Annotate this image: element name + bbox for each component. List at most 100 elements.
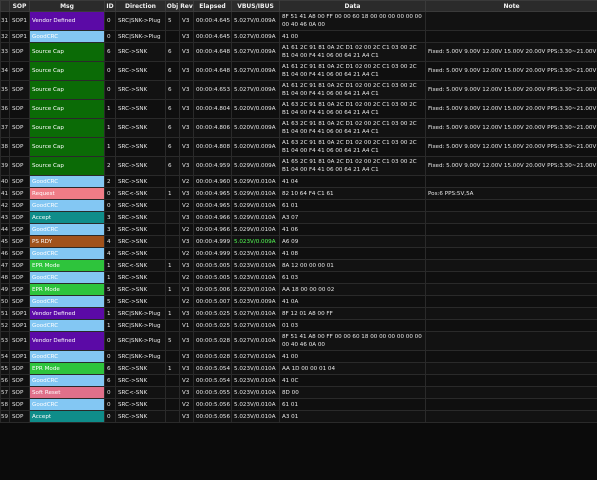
table-row[interactable]: 40 SOP GoodCRC 2 SRC->SNK V2 00:00:4.960 5.029V… [0,175,597,188]
table-row[interactable]: 46 SOP GoodCRC 4 SRC->SNK V2 00:00:4.999 5.023V… [0,247,597,260]
sop-cell: SOP [9,398,30,411]
id-cell: 2 [104,175,116,188]
table-row[interactable]: 32 SOP1 GoodCRC 0 SRC|SNK->Plug V3 00:00:4.645… [0,30,597,43]
vbus-ibus-cell: 5.023V/0.009A [231,295,280,308]
obj-cell [165,374,180,387]
rev-cell: V3 [179,211,194,224]
msg-cell: GoodCRC [29,30,105,43]
table-row[interactable]: 47 SOP EPR Mode 1 SRC<-SNK 1 V3 00:00:5.005 5.02… [0,259,597,272]
vbus-ibus-cell: 5.023V/0.010A [231,283,280,296]
direction-cell: SRC->SNK [115,247,166,260]
obj-cell [165,398,180,411]
table-row[interactable]: 34 SOP Source Cap 0 SRC->SNK 6 V3 00:00:4.648 5.… [0,61,597,81]
table-row[interactable]: 51 SOP1 Vendor Defined 1 SRC|SNK->Plug 1 V3 00:… [0,307,597,320]
elapsed-cell: 00:00:5.006 [193,283,232,296]
table-row[interactable]: 41 SOP Request 0 SRC<-SNK 1 V3 00:00:4.965 5.029… [0,187,597,200]
sop-cell: SOP [9,283,30,296]
vbus-ibus-cell: 5.029V/0.010A [231,187,280,200]
direction-cell: SRC|SNK->Plug [115,11,166,31]
header-data[interactable]: Data [279,0,426,12]
header-obj[interactable]: Obj [165,0,180,12]
table-row[interactable]: 36 SOP Source Cap 1 SRC->SNK 6 V3 00:00:4.804 5.… [0,99,597,119]
data-cell: 41 00 [279,30,426,43]
table-row[interactable]: 49 SOP EPR Mode 5 SRC->SNK 1 V3 00:00:5.006 5.02… [0,283,597,296]
note-cell [425,307,597,320]
direction-cell: SRC|SNK->Plug [115,331,166,351]
table-row[interactable]: 39 SOP Source Cap 2 SRC->SNK 6 V3 00:00:4.959 5.… [0,156,597,176]
direction-cell: SRC->SNK [115,42,166,62]
direction-cell: SRC->SNK [115,156,166,176]
data-cell: A1 61 2C 91 81 0A 2C D1 02 00 2C C1 03 0… [279,42,426,62]
sop-cell: SOP [9,175,30,188]
sop-cell: SOP [9,362,30,375]
id-cell: 3 [104,223,116,236]
sop-cell: SOP [9,410,30,423]
msg-cell: GoodCRC [29,175,105,188]
vbus-ibus-cell: 5.027V/0.010A [231,307,280,320]
id-cell: 4 [104,235,116,248]
data-cell: A3 01 [279,410,426,423]
data-cell: A1 63 2C 91 81 0A 2C D1 02 00 2C C1 03 0… [279,137,426,157]
obj-cell [165,350,180,363]
table-row[interactable]: 43 SOP Accept 3 SRC->SNK V3 00:00:4.966 5.029V/… [0,211,597,224]
table-row[interactable]: 54 SOP1 GoodCRC 0 SRC|SNK->Plug V3 00:00:5.028… [0,350,597,363]
direction-cell: SRC|SNK->Plug [115,350,166,363]
table-row[interactable]: 45 SOP PS RDY 4 SRC->SNK V3 00:00:4.999 5.023V/… [0,235,597,248]
msg-cell: Source Cap [29,80,105,100]
header-id[interactable]: ID [104,0,116,12]
rev-cell: V3 [179,61,194,81]
table-row[interactable]: 55 SOP EPR Mode 6 SRC->SNK 1 V3 00:00:5.054 5.02… [0,362,597,375]
table-row[interactable]: 53 SOP1 Vendor Defined 0 SRC|SNK->Plug 5 V3 00:… [0,331,597,351]
header-index[interactable] [0,0,10,12]
header-direction[interactable]: Direction [115,0,166,12]
note-cell [425,386,597,399]
elapsed-cell: 00:00:4.966 [193,223,232,236]
table-row[interactable]: 44 SOP GoodCRC 3 SRC->SNK V2 00:00:4.966 5.029V… [0,223,597,236]
table-row[interactable]: 52 SOP1 GoodCRC 1 SRC|SNK->Plug V1 00:00:5.025… [0,319,597,332]
rev-cell: V2 [179,247,194,260]
rev-cell: V3 [179,362,194,375]
rev-cell: V3 [179,99,194,119]
vbus-ibus-cell: 5.027V/0.010A [231,331,280,351]
direction-cell: SRC->SNK [115,80,166,100]
table-row[interactable]: 48 SOP GoodCRC 1 SRC->SNK V2 00:00:5.005 5.023V… [0,271,597,284]
id-cell: 1 [104,259,116,272]
header-msg[interactable]: Msg [29,0,105,12]
header-sop[interactable]: SOP [9,0,30,12]
vbus-ibus-cell: 5.023V/0.010A [231,247,280,260]
table-row[interactable]: 42 SOP GoodCRC 0 SRC->SNK V2 00:00:4.965 5.029V… [0,199,597,212]
note-cell: Fixed: 5.00V 9.00V 12.00V 15.00V 20.00V … [425,99,597,119]
row-index: 48 [0,271,10,284]
elapsed-cell: 00:00:4.806 [193,118,232,138]
id-cell: 1 [104,271,116,284]
vbus-ibus-cell: 5.023V/0.010A [231,398,280,411]
header-vbus-ibus[interactable]: VBUS/IBUS [231,0,280,12]
table-row[interactable]: 33 SOP Source Cap 6 SRC->SNK 6 V3 00:00:4.648 5.… [0,42,597,62]
table-row[interactable]: 38 SOP Source Cap 1 SRC->SNK 6 V3 00:00:4.808 5.… [0,137,597,157]
direction-cell: SRC<-SNK [115,187,166,200]
table-row[interactable]: 35 SOP Source Cap 0 SRC->SNK 6 V3 00:00:4.653 5.… [0,80,597,100]
rev-cell: V3 [179,137,194,157]
elapsed-cell: 00:00:5.056 [193,398,232,411]
rev-cell: V2 [179,398,194,411]
elapsed-cell: 00:00:5.005 [193,259,232,272]
note-cell [425,175,597,188]
vbus-ibus-cell: 5.027V/0.009A [231,80,280,100]
table-row[interactable]: 58 SOP GoodCRC 0 SRC->SNK V2 00:00:5.056 5.023V… [0,398,597,411]
data-cell: 8F 12 01 A8 00 FF [279,307,426,320]
table-row[interactable]: 59 SOP Accept 0 SRC->SNK V3 00:00:5.056 5.023V/… [0,410,597,423]
header-rev[interactable]: Rev [179,0,194,12]
table-row[interactable]: 37 SOP Source Cap 1 SRC->SNK 6 V3 00:00:4.806 5.… [0,118,597,138]
table-row[interactable]: 57 SOP Soft Reset 0 SRC<-SNK V3 00:00:5.055 5.0… [0,386,597,399]
table-row[interactable]: 56 SOP GoodCRC 6 SRC->SNK V2 00:00:5.054 5.023V… [0,374,597,387]
obj-cell: 1 [165,307,180,320]
header-note[interactable]: Note [425,0,597,12]
obj-cell [165,223,180,236]
obj-cell [165,30,180,43]
direction-cell: SRC<-SNK [115,386,166,399]
id-cell: 0 [104,80,116,100]
table-row[interactable]: 31 SOP1 Vendor Defined 0 SRC|SNK->Plug 5 V3 00:… [0,11,597,31]
header-elapsed[interactable]: Elapsed [193,0,232,12]
obj-cell: 1 [165,187,180,200]
table-row[interactable]: 50 SOP GoodCRC 5 SRC->SNK V2 00:00:5.007 5.023V… [0,295,597,308]
